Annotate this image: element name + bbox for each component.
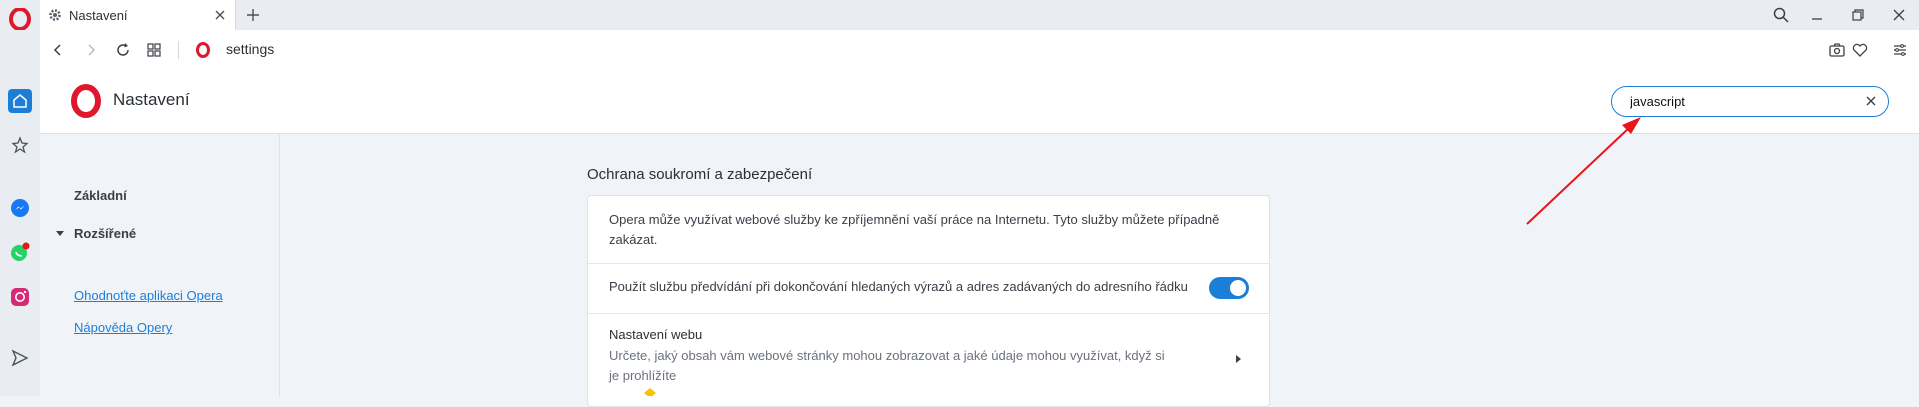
clear-icon[interactable] [1864,94,1878,108]
settings-nav: Základní Rozšířené Ohodnoťte aplikaci Op… [40,134,280,396]
tab-bar: Nastavení [40,0,1919,30]
tab-settings[interactable]: Nastavení [40,0,236,30]
opera-logo-icon [71,84,101,118]
address-separator [178,41,179,59]
settings-search[interactable] [1611,86,1889,117]
gear-icon [49,9,61,21]
heart-icon[interactable] [1849,39,1871,61]
back-icon[interactable] [47,39,69,61]
speed-dial-icon[interactable] [143,39,165,61]
prediction-label: Použít službu předvídání při dokončování… [609,279,1188,294]
tab-title: Nastavení [69,7,128,23]
web-settings-title: Nastavení webu [609,327,703,342]
prediction-toggle[interactable] [1209,277,1249,299]
search-icon[interactable] [1770,4,1792,26]
page-title: Nastavení [113,90,190,109]
home-icon[interactable] [8,89,32,113]
opera-site-icon [196,42,210,58]
rate-opera-link[interactable]: Ohodnoťte aplikaci Opera [74,288,223,303]
nav-item-basic[interactable]: Základní [74,188,127,203]
expand-arrow-icon[interactable] [56,231,64,236]
plus-icon[interactable] [243,5,263,25]
toggle-knob [1230,280,1246,296]
nav-item-advanced[interactable]: Rozšířené [74,226,136,241]
star-icon[interactable] [8,133,32,157]
opera-help-link[interactable]: Nápověda Opery [74,320,172,335]
close-window-icon[interactable] [1888,4,1910,26]
intro-text: Opera může využívat webové služby ke zpř… [609,212,1220,247]
web-settings-description: Určete, jaký obsah vám webové stránky mo… [609,348,1165,383]
prediction-row[interactable]: Použít službu předvídání při dokončování… [588,263,1269,314]
intro-row: Opera může využívat webové služby ke zpř… [588,196,1269,264]
restore-icon[interactable] [1847,4,1869,26]
privacy-card: Opera může využívat webové služby ke zpř… [587,195,1270,407]
minimize-icon[interactable] [1806,4,1828,26]
reload-icon[interactable] [112,39,134,61]
close-icon[interactable] [213,8,227,22]
send-icon[interactable] [8,346,32,370]
instagram-icon[interactable] [8,285,32,309]
easy-setup-icon[interactable] [1889,39,1911,61]
settings-header: Nastavení [40,70,1919,134]
camera-icon[interactable] [1826,39,1848,61]
opera-logo-icon[interactable] [9,8,31,30]
sidebar [0,0,41,396]
whatsapp-icon[interactable] [8,240,32,264]
messenger-icon[interactable] [8,196,32,220]
section-title: Ochrana soukromí a zabezpečení [587,166,813,183]
url-field[interactable]: settings [226,41,274,57]
address-bar: settings [40,30,1919,71]
chevron-right-icon[interactable] [1236,355,1241,363]
web-settings-row[interactable]: Nastavení webu Určete, jaký obsah vám we… [588,313,1269,406]
search-input[interactable] [1630,92,1850,110]
forward-icon[interactable] [80,39,102,61]
